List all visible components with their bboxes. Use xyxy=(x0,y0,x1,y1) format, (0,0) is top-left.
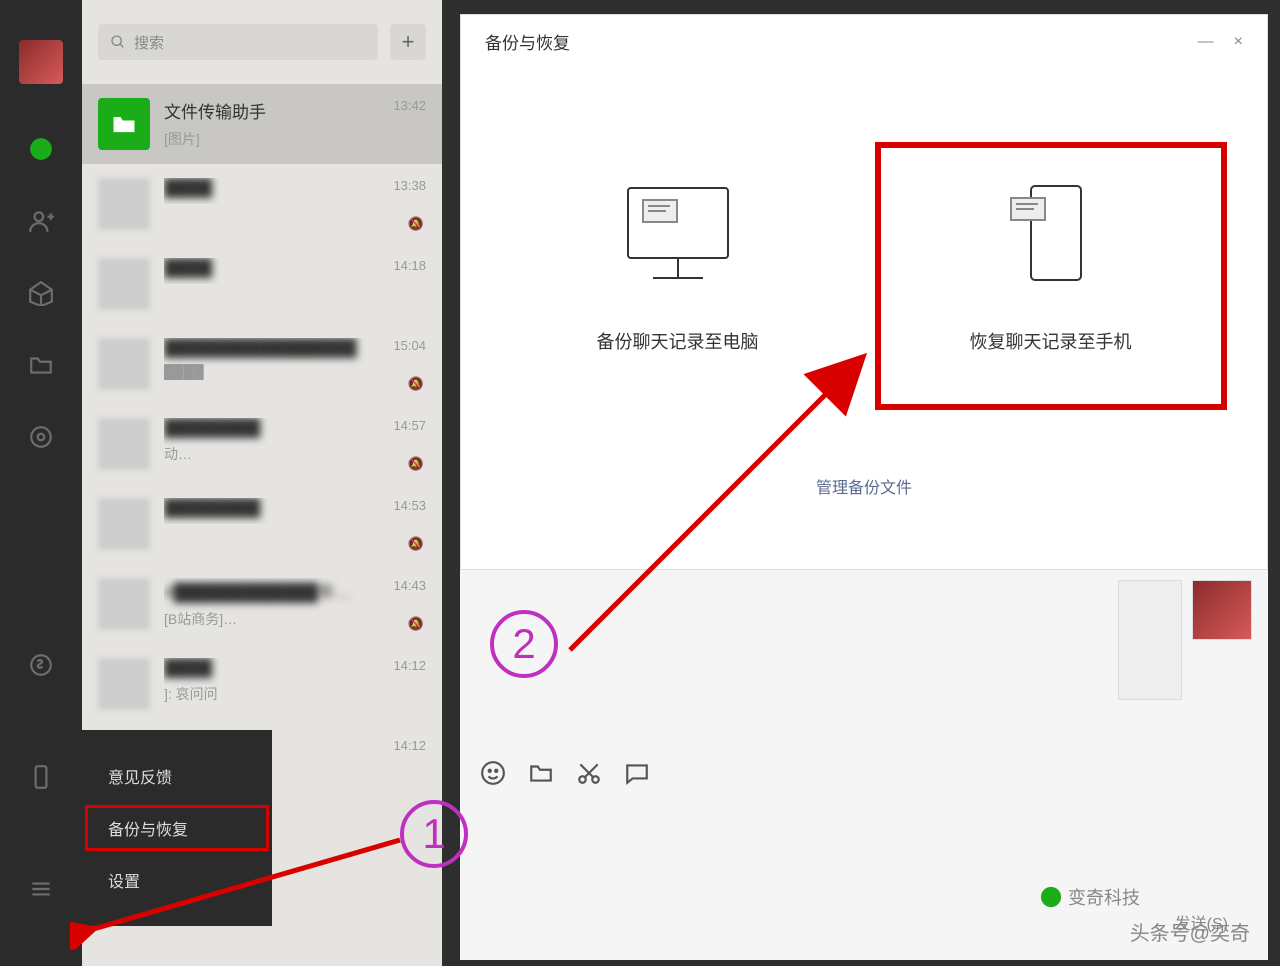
chat-time: 15:04 xyxy=(393,338,426,353)
emoji-icon[interactable] xyxy=(480,760,506,786)
feedback-item[interactable]: 意见反馈 xyxy=(82,750,272,802)
menu-icon[interactable] xyxy=(26,874,56,904)
chat-time: 14:12 xyxy=(393,658,426,673)
search-placeholder: 搜索 xyxy=(134,32,164,53)
chat-name: ████ xyxy=(164,658,426,678)
minimize-button[interactable]: — xyxy=(1198,33,1214,51)
chat-avatar xyxy=(98,258,150,310)
chat-time: 14:43 xyxy=(393,578,426,593)
chat-avatar xyxy=(98,578,150,630)
manage-backup-link[interactable]: 管理备份文件 xyxy=(461,444,1267,528)
app-sidebar xyxy=(0,0,82,966)
mute-icon: 🔕 xyxy=(408,616,424,632)
chat-time: 14:53 xyxy=(393,498,426,513)
chat-avatar xyxy=(98,418,150,470)
chat-time: 13:38 xyxy=(393,178,426,193)
chat-list-item[interactable]: ████ 14:18 xyxy=(82,244,442,324)
computer-icon xyxy=(518,168,838,298)
chat-name: ████ xyxy=(164,178,426,198)
chat-preview: 动… xyxy=(164,444,426,464)
favorites-icon[interactable] xyxy=(26,278,56,308)
backup-restore-item[interactable]: 备份与恢复 xyxy=(82,802,272,854)
user-avatar[interactable] xyxy=(19,40,63,84)
chat-input-area: 发送(S) xyxy=(460,570,1268,960)
folder-icon[interactable] xyxy=(528,760,554,786)
moments-icon[interactable] xyxy=(26,422,56,452)
preview-thumb[interactable] xyxy=(1192,580,1252,640)
chat-icon[interactable] xyxy=(26,134,56,164)
backup-pc-label: 备份聊天记录至电脑 xyxy=(518,328,838,354)
chat-name: ████████████████ xyxy=(164,338,426,358)
watermark-bottom: 头条号@奕奇 xyxy=(1130,917,1250,946)
chat-preview: ████ xyxy=(164,364,426,380)
search-input[interactable]: 搜索 xyxy=(98,24,378,60)
chat-avatar xyxy=(98,98,150,150)
backup-restore-dialog: 备份与恢复 — × 备份聊天记录至电脑 xyxy=(460,14,1268,570)
chat-time: 13:42 xyxy=(393,98,426,113)
settings-item[interactable]: 设置 xyxy=(82,854,272,906)
chat-list-item[interactable]: ████████ 动… 14:57 🔕 xyxy=(82,404,442,484)
chat-avatar xyxy=(98,658,150,710)
annotation-marker-1: 1 xyxy=(400,800,468,868)
miniprogram-icon[interactable] xyxy=(26,650,56,680)
chat-avatar xyxy=(98,178,150,230)
chat-list-item[interactable]: ████████████████ ████ 15:04 🔕 xyxy=(82,324,442,404)
close-button[interactable]: × xyxy=(1234,33,1243,51)
chat-preview: ]: 哀问问 xyxy=(164,684,426,704)
chat-list-item[interactable]: ████ ]: 哀问问 14:12 xyxy=(82,644,442,724)
chat-time: 14:18 xyxy=(393,258,426,273)
add-button[interactable]: + xyxy=(390,24,426,60)
preview-thumb[interactable] xyxy=(1118,580,1182,700)
phone-restore-icon xyxy=(891,168,1211,298)
chat-name: #████████████年… xyxy=(164,578,426,603)
contacts-icon[interactable] xyxy=(26,206,56,236)
chat-preview: [图片] xyxy=(164,129,426,149)
chat-name: ████ xyxy=(164,258,426,278)
chat-time: 14:57 xyxy=(393,418,426,433)
chat-time: 14:12 xyxy=(393,738,426,753)
chat-list-item[interactable]: #████████████年… [B站商务]… 14:43 🔕 xyxy=(82,564,442,644)
watermark-top: 变奇科技 xyxy=(1040,884,1140,910)
backup-to-pc-option[interactable]: 备份聊天记录至电脑 xyxy=(508,148,848,404)
mute-icon: 🔕 xyxy=(408,536,424,552)
chat-name: ████████ xyxy=(164,418,426,438)
chat-name: ████████ xyxy=(164,498,426,518)
chat-avatar xyxy=(98,338,150,390)
phone-icon[interactable] xyxy=(26,762,56,792)
chat-list-item[interactable]: ████████ 14:53 🔕 xyxy=(82,484,442,564)
chat-list-item[interactable]: ████ 13:38 🔕 xyxy=(82,164,442,244)
mute-icon: 🔕 xyxy=(408,456,424,472)
message-icon[interactable] xyxy=(624,760,650,786)
chat-list-item[interactable]: 文件传输助手 [图片] 13:42 xyxy=(82,84,442,164)
restore-phone-label: 恢复聊天记录至手机 xyxy=(891,328,1211,354)
restore-to-phone-option[interactable]: 恢复聊天记录至手机 xyxy=(881,148,1221,404)
chat-name: 文件传输助手 xyxy=(164,98,426,123)
dialog-title: 备份与恢复 xyxy=(485,29,570,54)
files-icon[interactable] xyxy=(26,350,56,380)
mute-icon: 🔕 xyxy=(408,376,424,392)
chat-avatar xyxy=(98,498,150,550)
settings-popup: 意见反馈 备份与恢复 设置 xyxy=(82,730,272,926)
annotation-marker-2: 2 xyxy=(490,610,558,678)
input-toolbar xyxy=(480,760,650,786)
chat-preview: [B站商务]… xyxy=(164,609,426,629)
scissors-icon[interactable] xyxy=(576,760,602,786)
mute-icon: 🔕 xyxy=(408,216,424,232)
